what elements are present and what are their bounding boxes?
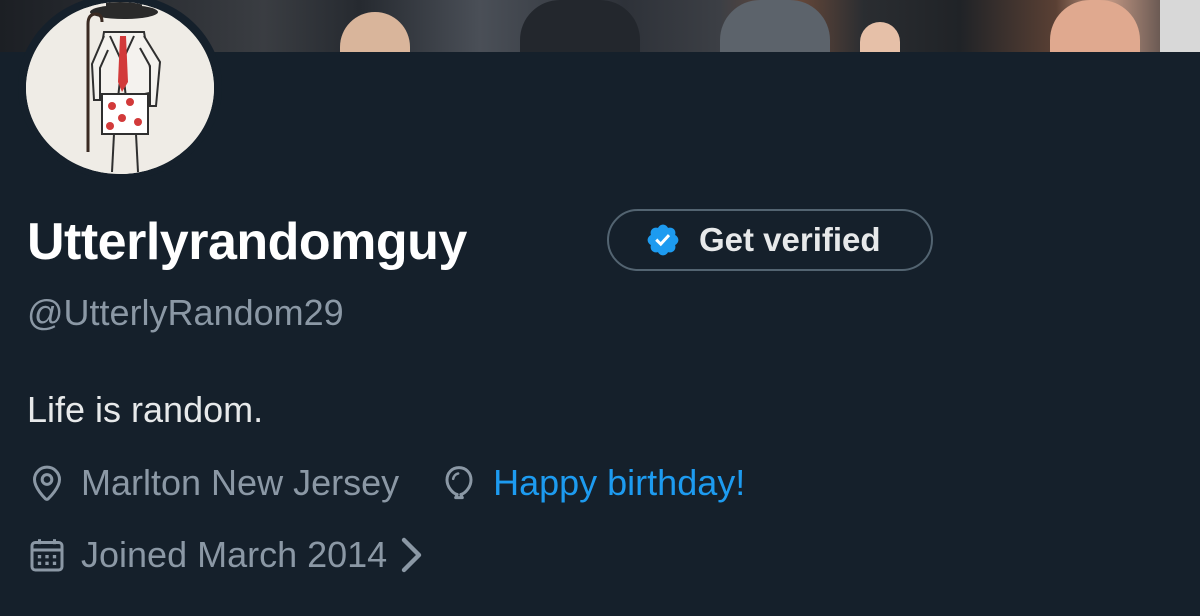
location-item: Marlton New Jersey [27, 462, 399, 504]
birthday-link[interactable]: Happy birthday! [493, 462, 745, 504]
get-verified-button[interactable]: Get verified [607, 209, 933, 271]
calendar-icon [30, 539, 64, 572]
user-handle: @UtterlyRandom29 [27, 292, 344, 333]
joined-row[interactable]: Joined March 2014 [27, 534, 425, 576]
avatar-illustration [26, 2, 214, 174]
avatar-image [26, 2, 214, 174]
joined-text: Joined March 2014 [81, 534, 388, 575]
avatar[interactable] [18, 0, 222, 180]
profile-page: Utterlyrandomguy Get verified @UtterlyRa… [0, 0, 1200, 616]
profile-bio: Life is random. [27, 389, 264, 430]
verified-check-icon [647, 224, 679, 256]
get-verified-label: Get verified [699, 221, 881, 258]
display-name: Utterlyrandomguy [27, 213, 467, 271]
birthday-item[interactable]: Happy birthday! [439, 462, 745, 504]
location-pin-icon [32, 465, 62, 501]
profile-meta-row: Marlton New Jersey Happy birthday! [27, 462, 745, 504]
balloon-icon [445, 466, 473, 500]
chevron-right-icon[interactable] [399, 535, 425, 575]
location-text: Marlton New Jersey [81, 462, 400, 503]
